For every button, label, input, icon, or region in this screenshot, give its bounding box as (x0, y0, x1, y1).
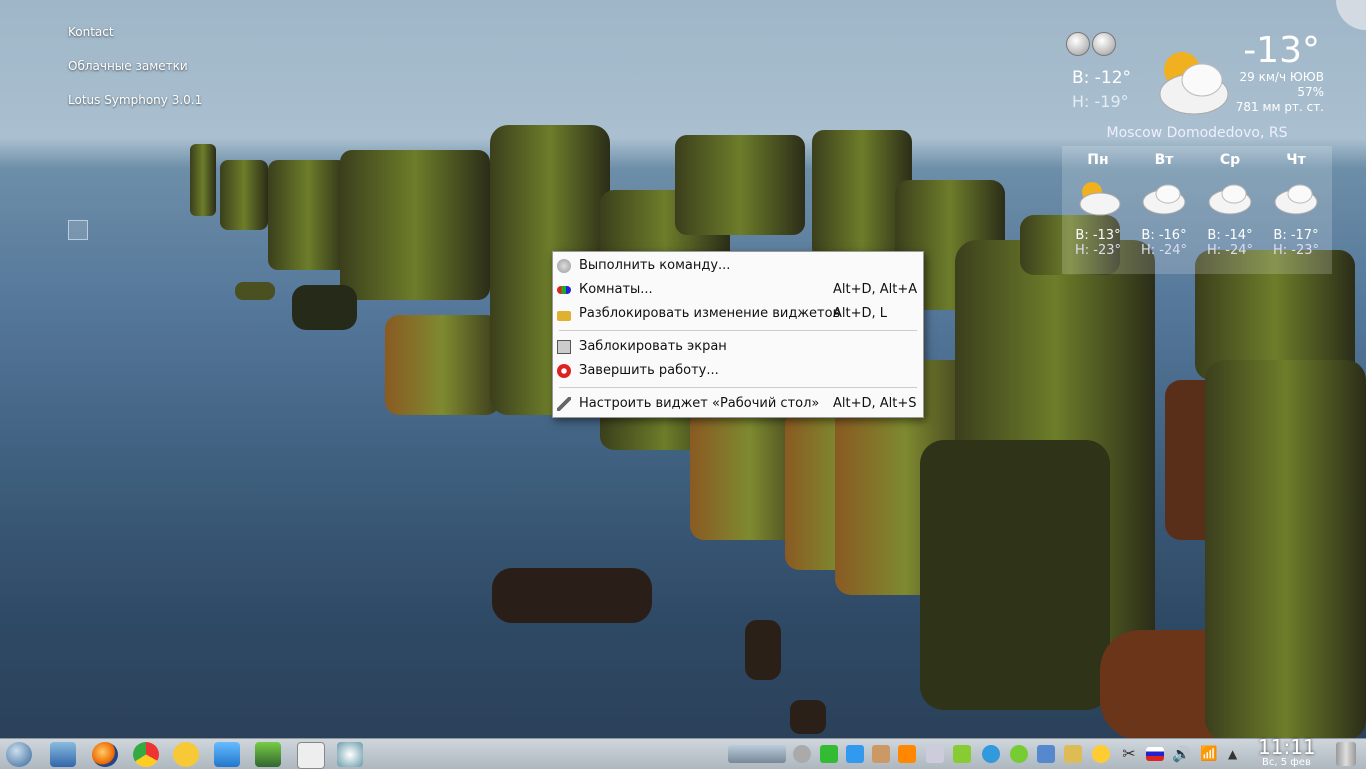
run-command-icon (557, 259, 571, 273)
forecast-day-name: Ср (1219, 152, 1241, 168)
forecast-high: В: -14° (1207, 228, 1253, 243)
scissors-icon[interactable]: ✂ (1120, 745, 1138, 763)
trash-icon[interactable] (1336, 742, 1356, 766)
forecast-high: В: -13° (1075, 228, 1121, 243)
menu-item-shutdown[interactable]: Завершить работу... (553, 359, 923, 383)
shutdown-icon (557, 364, 571, 378)
menu-separator (559, 387, 917, 388)
clock-time[interactable]: 11:11 (1258, 735, 1316, 759)
weather-settings-icon[interactable] (1066, 32, 1090, 56)
weather-pressure: 781 мм рт. ст. (1235, 100, 1324, 114)
update-icon[interactable] (1037, 745, 1055, 763)
desktop-link-kontact[interactable]: Kontact (68, 24, 202, 58)
user-icon[interactable] (872, 745, 890, 763)
menu-item-shortcut: Alt+D, Alt+S (833, 396, 917, 411)
weather-wind: 29 км/ч ЮЮВ (1239, 70, 1324, 84)
rss-icon[interactable] (898, 745, 916, 763)
menu-item-activities[interactable]: Комнаты... Alt+D, Alt+A (553, 278, 923, 302)
tray-expand-icon[interactable]: ▲ (1228, 745, 1246, 763)
menu-item-label: Завершить работу... (579, 363, 719, 378)
messenger-icon[interactable] (1010, 745, 1028, 763)
weather-current-temp: -13° (1243, 30, 1320, 71)
security-icon[interactable] (820, 745, 838, 763)
forecast-day: Вт В: -16° Н: -24° (1134, 152, 1194, 258)
text-editor-icon[interactable] (297, 742, 325, 769)
media-player-icon[interactable] (214, 742, 240, 767)
forecast-day-name: Чт (1286, 152, 1306, 168)
menu-item-label: Выполнить команду... (579, 258, 731, 273)
menu-item-label: Настроить виджет «Рабочий стол» (579, 396, 820, 411)
mail-icon[interactable] (926, 745, 944, 763)
weather-info-icon[interactable] (1092, 32, 1116, 56)
wifi-icon[interactable]: 📶 (1200, 745, 1218, 763)
forecast-day-name: Пн (1087, 152, 1109, 168)
chat-icon[interactable] (173, 742, 199, 767)
sync-icon[interactable] (982, 745, 1000, 763)
clock-date[interactable]: Вс, 5 фев (1262, 757, 1311, 768)
desktop-links: Kontact Облачные заметки Lotus Symphony … (68, 24, 202, 126)
firefox-icon[interactable] (92, 742, 118, 767)
forecast-day-name: Вт (1154, 152, 1174, 168)
partly-cloudy-icon (1159, 52, 1229, 115)
menu-item-unlock-widgets[interactable]: Разблокировать изменение виджетов Alt+D,… (553, 302, 923, 326)
menu-item-label: Разблокировать изменение виджетов (579, 306, 841, 321)
activities-icon (557, 286, 571, 294)
cloudy-icon (1208, 184, 1252, 215)
weather-forecast: Пн В: -13° Н: -23° Вт В: -16° Н: -24° Ср… (1062, 146, 1332, 274)
partly-cloudy-icon (1079, 182, 1121, 216)
cloudy-icon (1274, 184, 1318, 215)
forecast-day: Ср В: -14° Н: -24° (1200, 152, 1260, 258)
forecast-high: В: -16° (1141, 228, 1187, 243)
desktop-context-menu: Выполнить команду... Комнаты... Alt+D, A… (552, 251, 924, 418)
forecast-day: Чт В: -17° Н: -23° (1266, 152, 1326, 258)
menu-item-label: Заблокировать экран (579, 339, 727, 354)
taskbar: ✂ 🔊 📶 ▲ 11:11 Вс, 5 фев (0, 735, 1366, 769)
desktop-link-lotus-symphony[interactable]: Lotus Symphony 3.0.1 (68, 92, 202, 126)
volume-icon[interactable]: 🔊 (1172, 745, 1191, 763)
weather-details: 29 км/ч ЮЮВ 57% 781 мм рт. ст. (1236, 70, 1324, 115)
menu-item-label: Комнаты... (579, 282, 653, 297)
player-tray-icon[interactable] (846, 745, 864, 763)
keyboard-layout-icon[interactable] (1146, 747, 1164, 761)
android-icon[interactable] (953, 745, 971, 763)
forecast-low: Н: -23° (1074, 243, 1122, 258)
cloudy-icon (1142, 184, 1186, 215)
weather-station: Moscow Domodedovo, RS (1106, 125, 1288, 141)
forecast-low: Н: -24° (1206, 243, 1254, 258)
lock-screen-icon (557, 340, 571, 354)
configure-icon (557, 397, 571, 411)
forecast-low: Н: -24° (1140, 243, 1188, 258)
weather-today-high: В: -12° (1072, 68, 1132, 88)
menu-item-shortcut: Alt+D, Alt+A (833, 282, 918, 297)
desktop-link-cloud-notes[interactable]: Облачные заметки (68, 58, 202, 92)
chrome-icon[interactable] (133, 742, 159, 767)
unlock-icon (557, 311, 571, 321)
menu-item-lock-screen[interactable]: Заблокировать экран (553, 335, 923, 359)
weather-widget: В: -12° Н: -19° -13° 29 км/ч ЮЮВ 57% 781… (1062, 30, 1332, 275)
video-editor-icon[interactable] (255, 742, 281, 767)
file-manager-icon[interactable] (50, 742, 76, 767)
notes-icon[interactable] (1092, 745, 1110, 763)
weather-today-low: Н: -19° (1072, 92, 1129, 111)
weather-humidity: 57% (1297, 85, 1324, 99)
forecast-high: В: -17° (1273, 228, 1319, 243)
kde-menu-icon[interactable] (6, 742, 32, 767)
forecast-low: Н: -23° (1272, 243, 1320, 258)
menu-item-shortcut: Alt+D, L (833, 306, 888, 321)
menu-item-configure-desktop[interactable]: Настроить виджет «Рабочий стол» Alt+D, A… (553, 392, 923, 416)
info-icon[interactable] (793, 745, 811, 763)
pager-widget[interactable] (728, 745, 786, 763)
forecast-day: Пн В: -13° Н: -23° (1068, 152, 1128, 258)
system-settings-icon[interactable] (337, 742, 363, 767)
desktop-file-icon[interactable] (68, 220, 88, 240)
menu-separator (559, 330, 917, 331)
menu-item-run-command[interactable]: Выполнить команду... (553, 254, 923, 278)
clipboard-icon[interactable] (1064, 745, 1082, 763)
